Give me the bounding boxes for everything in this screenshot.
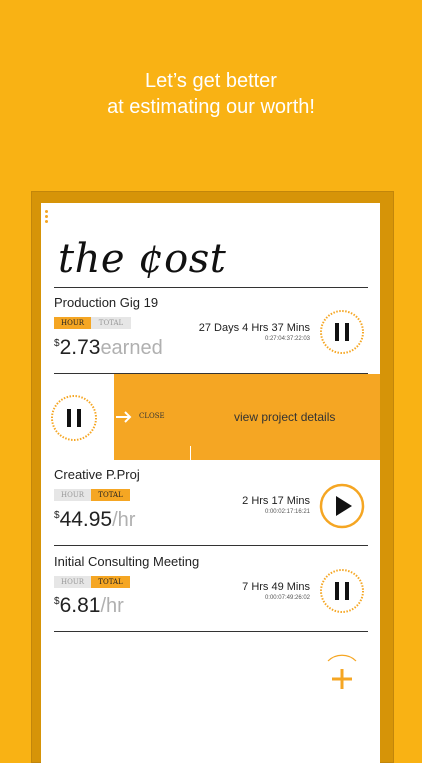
close-button[interactable]: CLOSE: [139, 412, 165, 420]
tag-total[interactable]: TOTAL: [91, 489, 130, 501]
divider: [54, 287, 368, 288]
pause-icon[interactable]: [319, 309, 365, 355]
view-project-details-button[interactable]: view project details: [234, 410, 335, 424]
currency-symbol: $: [54, 596, 60, 607]
project-duration-detail: 0:00:07:49:26:02: [264, 595, 310, 601]
divider: [54, 631, 368, 632]
project-amount: $44.95/hr: [54, 508, 135, 532]
amount-value: 6.81: [59, 594, 101, 617]
tag-hour[interactable]: HOUR: [54, 576, 91, 588]
amount-value: 44.95: [59, 508, 113, 531]
currency-symbol: $: [54, 510, 60, 521]
project-duration: 2 Hrs 17 Mins: [242, 495, 310, 507]
amount-unit: earned: [100, 337, 163, 359]
project-amount: $6.81/hr: [54, 594, 124, 618]
amount-unit: /hr: [100, 595, 124, 617]
project-duration: 27 Days 4 Hrs 37 Mins: [198, 322, 310, 334]
project-name: Creative P.Proj: [54, 467, 140, 482]
tagline-line-2: at estimating our worth!: [107, 96, 315, 118]
amount-unit: /hr: [112, 509, 136, 531]
tagline-line-1: Let’s get better: [145, 70, 277, 92]
project-name: Initial Consulting Meeting: [54, 554, 200, 569]
arrow-right-icon[interactable]: [114, 409, 134, 425]
project-duration: 7 Hrs 49 Mins: [242, 581, 310, 593]
app-title: the ¢ost: [58, 236, 227, 282]
tag-total[interactable]: TOTAL: [91, 317, 131, 329]
project-amount: $2.73earned: [54, 336, 163, 360]
project-duration-detail: 0:27:04:37:22:03: [264, 336, 310, 342]
divider: [54, 545, 368, 546]
amount-value: 2.73: [59, 336, 101, 359]
plus-icon[interactable]: [320, 653, 364, 697]
currency-symbol: $: [54, 338, 60, 349]
tag-total[interactable]: TOTAL: [91, 576, 130, 588]
project-duration-detail: 0:00:02:17:16:21: [264, 509, 310, 515]
play-icon[interactable]: [319, 483, 365, 529]
pause-icon[interactable]: [319, 568, 365, 614]
more-vertical-icon[interactable]: [45, 210, 49, 225]
tag-hour[interactable]: HOUR: [54, 317, 91, 329]
divider: [190, 446, 191, 460]
project-name: Production Gig 19: [54, 295, 159, 310]
tagline: Let’s get better at estimating our worth…: [0, 68, 422, 120]
tag-hour[interactable]: HOUR: [54, 489, 91, 501]
pause-icon[interactable]: [49, 393, 99, 443]
